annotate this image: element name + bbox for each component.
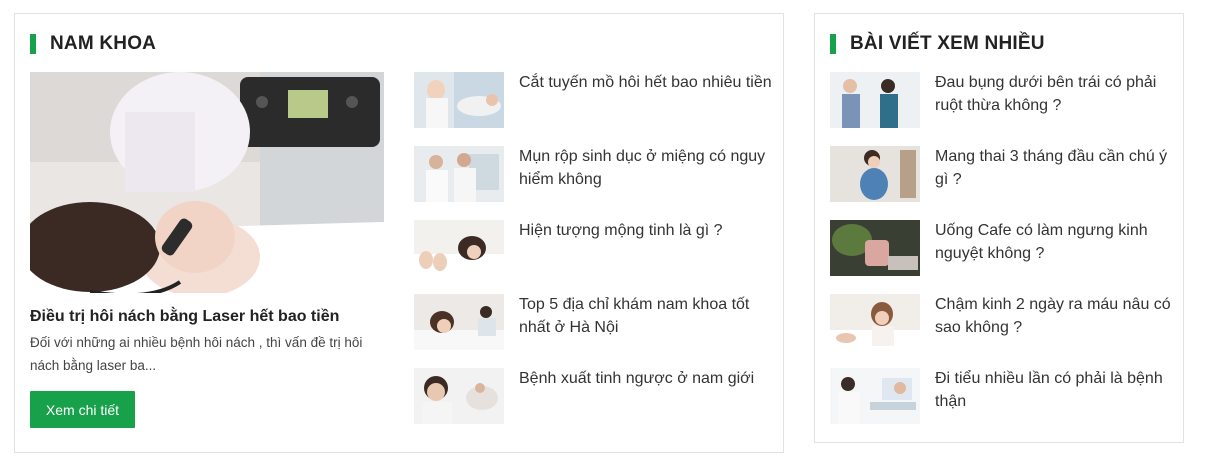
article-title[interactable]: Bệnh xuất tinh ngược ở nam giới xyxy=(519,368,754,391)
list-item[interactable]: Hiện tượng mộng tinh là gì ? xyxy=(414,220,774,276)
article-title[interactable]: Đau bụng dưới bên trái có phải ruột thừa… xyxy=(935,72,1175,117)
article-thumbnail[interactable] xyxy=(830,220,920,276)
article-thumbnail[interactable] xyxy=(414,368,504,424)
article-thumbnail[interactable] xyxy=(830,146,920,202)
section-title: NAM KHOA xyxy=(50,33,157,54)
article-thumbnail[interactable] xyxy=(414,146,504,202)
article-thumbnail[interactable] xyxy=(830,294,920,350)
section-heading: BÀI VIẾT XEM NHIỀU xyxy=(830,33,1045,54)
list-item[interactable]: Mang thai 3 tháng đầu cần chú ý gì ? xyxy=(830,146,1175,202)
article-title[interactable]: Chậm kinh 2 ngày ra máu nâu có sao không… xyxy=(935,294,1175,339)
list-item[interactable]: Uống Cafe có làm ngưng kinh nguyệt không… xyxy=(830,220,1175,276)
article-title[interactable]: Cắt tuyến mồ hôi hết bao nhiêu tiền xyxy=(519,72,772,95)
article-thumbnail[interactable] xyxy=(830,72,920,128)
read-more-button[interactable]: Xem chi tiết xyxy=(30,391,135,428)
article-title[interactable]: Top 5 địa chỉ khám nam khoa tốt nhất ở H… xyxy=(519,294,774,339)
article-thumbnail[interactable] xyxy=(414,220,504,276)
article-title[interactable]: Đi tiểu nhiều lần có phải là bệnh thận xyxy=(935,368,1175,413)
article-thumbnail[interactable] xyxy=(414,294,504,350)
featured-title[interactable]: Điều trị hôi nách bằng Laser hết bao tiề… xyxy=(30,308,384,326)
article-title[interactable]: Hiện tượng mộng tinh là gì ? xyxy=(519,220,723,243)
heading-accent-bar xyxy=(830,34,836,54)
featured-image[interactable] xyxy=(30,72,384,293)
article-thumbnail[interactable] xyxy=(830,368,920,424)
article-thumbnail[interactable] xyxy=(414,72,504,128)
article-title[interactable]: Mụn rộp sinh dục ở miệng có nguy hiểm kh… xyxy=(519,146,774,191)
article-title[interactable]: Uống Cafe có làm ngưng kinh nguyệt không… xyxy=(935,220,1175,265)
list-item[interactable]: Chậm kinh 2 ngày ra máu nâu có sao không… xyxy=(830,294,1175,350)
section-heading: NAM KHOA xyxy=(30,33,157,54)
list-item[interactable]: Top 5 địa chỉ khám nam khoa tốt nhất ở H… xyxy=(414,294,774,350)
list-item[interactable]: Cắt tuyến mồ hôi hết bao nhiêu tiền xyxy=(414,72,774,128)
section-title: BÀI VIẾT XEM NHIỀU xyxy=(850,33,1045,54)
list-item[interactable]: Đi tiểu nhiều lần có phải là bệnh thận xyxy=(830,368,1175,424)
nam-khoa-panel: NAM KHOA Điều trị hôi nách bằng Laser hế… xyxy=(14,13,784,453)
list-item[interactable]: Đau bụng dưới bên trái có phải ruột thừa… xyxy=(830,72,1175,128)
list-item[interactable]: Bệnh xuất tinh ngược ở nam giới xyxy=(414,368,774,424)
article-title[interactable]: Mang thai 3 tháng đầu cần chú ý gì ? xyxy=(935,146,1175,191)
list-item[interactable]: Mụn rộp sinh dục ở miệng có nguy hiểm kh… xyxy=(414,146,774,202)
featured-excerpt: Đối với những ai nhiều bệnh hôi nách , t… xyxy=(30,335,363,373)
popular-posts-panel: BÀI VIẾT XEM NHIỀU Đau bụng dưới bên trá… xyxy=(814,13,1184,443)
heading-accent-bar xyxy=(30,34,36,54)
